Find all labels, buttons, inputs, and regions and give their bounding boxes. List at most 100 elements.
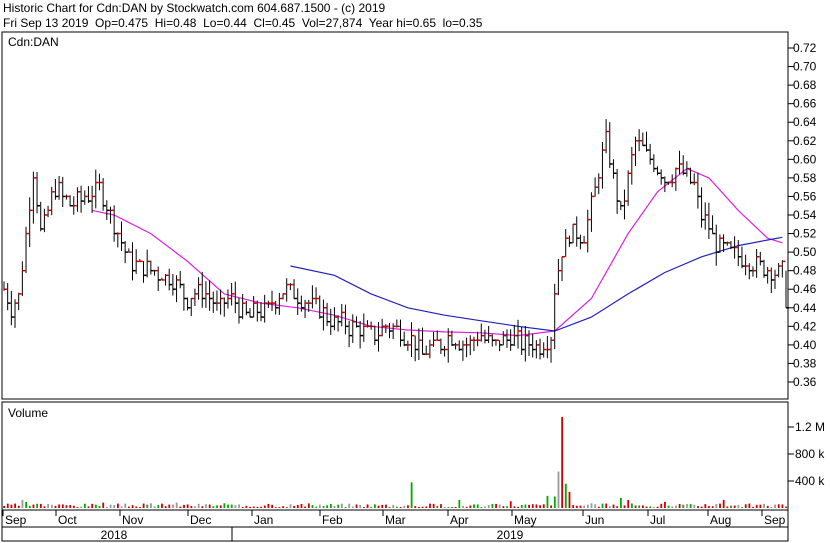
price-bar (374, 325, 378, 346)
price-bar (660, 169, 665, 185)
price-bar (80, 185, 85, 213)
volume-bar (605, 503, 608, 508)
price-bar (319, 295, 323, 319)
price-bar (341, 303, 345, 327)
price-bar (539, 338, 544, 360)
volume-bar (278, 507, 281, 508)
volume-bar (311, 505, 314, 508)
volume-bars (3, 416, 787, 508)
volume-bar (671, 506, 674, 508)
price-bar (400, 319, 404, 347)
price-bar (51, 186, 55, 216)
volume-bar (263, 505, 266, 508)
month-label: Jun (585, 513, 604, 527)
price-bar (770, 267, 775, 294)
volume-bar (766, 505, 769, 508)
volume-bar (351, 506, 354, 508)
volume-bar (340, 503, 343, 508)
price-bar (25, 226, 30, 274)
price-bar (682, 155, 687, 176)
price-bar (433, 331, 437, 347)
volume-bar (94, 504, 97, 508)
volume-bar (748, 503, 751, 508)
price-bar (458, 340, 463, 351)
volume-bar (711, 506, 714, 508)
price-bar (774, 269, 778, 290)
volume-bar (194, 506, 196, 508)
price-bar (752, 266, 756, 277)
price-tick-label: 0.48 (793, 264, 817, 278)
price-bar (590, 192, 595, 232)
price-tick-label: 0.72 (793, 41, 817, 55)
volume-bar (348, 503, 351, 508)
price-bar (135, 249, 140, 274)
volume-bar (36, 503, 39, 508)
price-bar (95, 169, 99, 209)
price-bar (131, 242, 136, 281)
price-bar (205, 281, 209, 308)
price-bar (781, 260, 786, 278)
price-bar (425, 345, 430, 356)
volume-bar (186, 504, 189, 508)
volume-bar (451, 507, 453, 508)
price-bar (422, 327, 426, 355)
volume-bar (216, 505, 218, 508)
volume-bar (98, 505, 101, 508)
volume-bar (418, 506, 420, 508)
volume-bar (241, 507, 244, 508)
price-bar (484, 329, 488, 344)
volume-bar (689, 504, 692, 508)
price-bar (715, 224, 720, 266)
volume-bar (212, 506, 215, 508)
price-bar (730, 240, 734, 250)
price-bar (227, 289, 231, 309)
price-bar (550, 336, 555, 363)
price-bar (451, 330, 455, 347)
volume-bar (645, 506, 648, 508)
month-label: Jan (254, 513, 273, 527)
month-label: Dec (190, 513, 211, 527)
volume-bar (403, 505, 406, 508)
volume-bar (10, 504, 13, 508)
price-bar (190, 297, 195, 317)
volume-bar (14, 503, 17, 508)
volume-bar (535, 504, 538, 508)
volume-bar (631, 503, 633, 508)
price-bar (231, 282, 235, 306)
volume-bar (667, 505, 670, 508)
volume-bar (462, 505, 464, 508)
price-bar (495, 339, 499, 346)
volume-bar (32, 504, 35, 508)
price-bar (477, 331, 481, 347)
volume-bar (491, 503, 494, 508)
price-bar (598, 173, 602, 195)
volume-bar (682, 504, 685, 508)
volume-bar (359, 504, 362, 508)
volume-bar (245, 505, 248, 508)
price-bar (366, 320, 371, 328)
price-bar (47, 205, 52, 218)
price-bar (763, 259, 767, 278)
price-bar (73, 196, 77, 215)
volume-bar (484, 506, 486, 508)
price-bar (65, 194, 70, 200)
price-bar (565, 229, 569, 257)
price-tick-label: 0.68 (793, 78, 817, 92)
price-bar (253, 295, 257, 318)
volume-bar (700, 506, 703, 508)
volume-bar (377, 505, 380, 508)
volume-bar (583, 505, 586, 508)
volume-bar (708, 506, 710, 508)
volume-bar (318, 504, 321, 508)
volume-bar (719, 503, 721, 508)
volume-bar (17, 505, 20, 508)
volume-bar (25, 501, 28, 508)
price-bar (58, 175, 63, 200)
volume-bar (72, 505, 75, 508)
price-bar (429, 339, 433, 359)
price-tick-label: 0.54 (793, 208, 817, 222)
volume-bar (142, 503, 145, 508)
volume-bar (131, 505, 134, 508)
price-bar (392, 323, 397, 340)
volume-bar (601, 503, 604, 508)
